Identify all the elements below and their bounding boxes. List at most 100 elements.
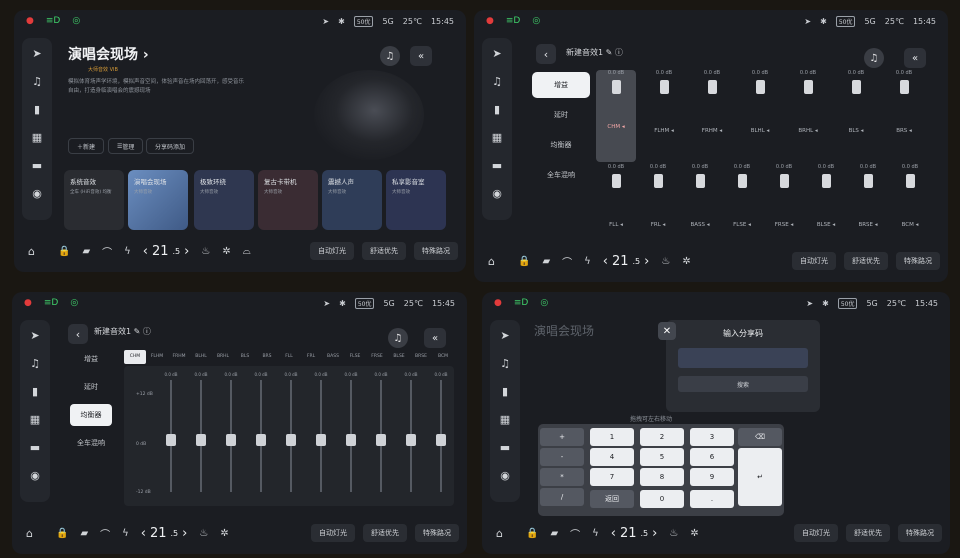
speaker-tab-frhm[interactable]: FRHM — [168, 350, 190, 364]
defrost-icon[interactable]: ⌓ — [243, 246, 251, 257]
gain-knob-frse[interactable]: 0.0 dB FRSE ◂ — [764, 164, 804, 228]
toggle-icon[interactable]: ◉ — [497, 468, 513, 482]
economy-button[interactable]: 舒适优先 — [363, 524, 407, 542]
car-icon[interactable]: ▬ — [29, 158, 45, 172]
auto-light-button[interactable]: 自动灯光 — [792, 252, 836, 270]
lock-icon[interactable]: 🔒 — [526, 528, 538, 539]
key-back[interactable]: 返回 — [590, 490, 634, 508]
seat-heat-icon[interactable]: ♨ — [669, 528, 678, 539]
wiper-icon[interactable]: ⌒ — [570, 526, 580, 541]
fan-icon[interactable]: ✲ — [682, 256, 690, 267]
home-icon[interactable]: ⌂ — [28, 245, 35, 258]
apps-grid-icon[interactable]: ▦ — [497, 412, 513, 426]
gain-knob-chm[interactable]: 0.0 dB CHM ◂ — [596, 70, 636, 162]
effect-card-concert[interactable]: 演唱会现场 大师音效 — [128, 170, 188, 230]
car-icon[interactable]: ▬ — [489, 158, 505, 172]
search-button[interactable]: 搜索 — [678, 376, 808, 392]
gain-knob-flse[interactable]: 0.0 dB FLSE ◂ — [722, 164, 762, 228]
car-icon[interactable]: ▬ — [497, 440, 513, 454]
share-code-input[interactable] — [678, 348, 808, 368]
gain-knob-bcm[interactable]: 0.0 dB BCM ◂ — [890, 164, 930, 228]
nav-equalizer[interactable]: 均衡器 — [70, 404, 112, 426]
nav-reverb[interactable]: 全车混响 — [70, 432, 112, 454]
navigation-icon[interactable]: ➤ — [497, 328, 513, 342]
eq-band-slider[interactable]: 0.0 dB — [224, 372, 238, 500]
music-note-icon[interactable]: ♫ — [497, 356, 513, 370]
special-road-button[interactable]: 特殊路况 — [415, 524, 459, 542]
effect-card-vocal[interactable]: 震撼人声 大师音效 — [322, 170, 382, 230]
apps-grid-icon[interactable]: ▦ — [29, 130, 45, 144]
seat-heat-icon[interactable]: ♨ — [201, 246, 210, 257]
speaker-tab-fll[interactable]: FLL — [278, 350, 300, 364]
economy-button[interactable]: 舒适优先 — [844, 252, 888, 270]
special-road-button[interactable]: 特殊路况 — [896, 252, 940, 270]
cabin-temperature[interactable]: ‹ 21.5 › — [141, 526, 188, 541]
eq-band-slider[interactable]: 0.0 dB — [344, 372, 358, 500]
wiper-icon[interactable]: ⌒ — [100, 526, 110, 541]
gain-knob-brs[interactable]: 0.0 dB BRS ◂ — [884, 70, 924, 134]
eq-band-slider[interactable]: 0.0 dB — [374, 372, 388, 500]
new-button[interactable]: ＋ 新建 — [68, 138, 105, 154]
economy-button[interactable]: 舒适优先 — [362, 242, 406, 260]
wiper-icon[interactable]: ⌒ — [562, 254, 572, 269]
speaker-tab-flhm[interactable]: FLHM — [146, 350, 168, 364]
home-icon[interactable]: ⌂ — [488, 255, 495, 268]
effect-card-system[interactable]: 系统音效 全车 (HiFi音效) 均衡 — [64, 170, 124, 230]
fan-icon[interactable]: ✲ — [690, 528, 698, 539]
speaker-tab-brse[interactable]: BRSE — [410, 350, 432, 364]
navigation-icon[interactable]: ➤ — [29, 46, 45, 60]
effect-card-cassette[interactable]: 复古卡带机 大师音效 — [258, 170, 318, 230]
key-minus[interactable]: - — [540, 448, 584, 466]
gain-knob-flhm[interactable]: 0.0 dB FLHM ◂ — [644, 70, 684, 134]
special-road-button[interactable]: 特殊路况 — [414, 242, 458, 260]
lightning-icon[interactable]: ϟ — [124, 246, 131, 257]
key-7[interactable]: 7 — [590, 468, 634, 486]
eq-band-slider[interactable]: 0.0 dB — [254, 372, 268, 500]
special-road-button[interactable]: 特殊路况 — [898, 524, 942, 542]
key-5[interactable]: 5 — [640, 448, 684, 466]
lightning-icon[interactable]: ϟ — [122, 528, 129, 539]
wiper-icon[interactable]: ⌒ — [102, 244, 112, 259]
speaker-tab-bcm[interactable]: BCM — [432, 350, 454, 364]
speaker-tab-blhl[interactable]: BLHL — [190, 350, 212, 364]
key-divide[interactable]: / — [540, 488, 584, 506]
screen-icon[interactable]: ▮ — [489, 102, 505, 116]
collapse-icon[interactable]: « — [904, 48, 926, 68]
car-front-icon[interactable]: ▰ — [82, 246, 90, 257]
key-3[interactable]: 3 — [690, 428, 734, 446]
nav-reverb[interactable]: 全车混响 — [532, 162, 590, 188]
economy-button[interactable]: 舒适优先 — [846, 524, 890, 542]
delete-icon[interactable]: ⌫ — [738, 428, 782, 446]
share-code-add-button[interactable]: 分享码添加 — [146, 138, 195, 154]
navigation-icon[interactable]: ➤ — [27, 328, 43, 342]
key-dot[interactable]: . — [690, 490, 734, 508]
eq-band-slider[interactable]: 0.0 dB — [314, 372, 328, 500]
apps-grid-icon[interactable]: ▦ — [489, 130, 505, 144]
speaker-tab-brs[interactable]: BRS — [256, 350, 278, 364]
collapse-icon[interactable]: « — [424, 328, 446, 348]
speaker-tab-frl[interactable]: FRL — [300, 350, 322, 364]
key-6[interactable]: 6 — [690, 448, 734, 466]
car-icon[interactable]: ▬ — [27, 440, 43, 454]
auto-light-button[interactable]: 自动灯光 — [311, 524, 355, 542]
manage-button[interactable]: ☰ 管理 — [108, 138, 144, 154]
speaker-tab-frse[interactable]: FRSE — [366, 350, 388, 364]
auto-light-button[interactable]: 自动灯光 — [310, 242, 354, 260]
nav-gain[interactable]: 增益 — [532, 72, 590, 98]
apps-grid-icon[interactable]: ▦ — [27, 412, 43, 426]
nav-equalizer[interactable]: 均衡器 — [532, 132, 590, 158]
gain-knob-bass[interactable]: 0.0 dB BASS ◂ — [680, 164, 720, 228]
enter-key[interactable]: ↵ — [738, 448, 782, 506]
speaker-tab-brhl[interactable]: BRHL — [212, 350, 234, 364]
lightning-icon[interactable]: ϟ — [592, 528, 599, 539]
eq-band-slider[interactable]: 0.0 dB — [194, 372, 208, 500]
gain-knob-brhl[interactable]: 0.0 dB BRHL ◂ — [788, 70, 828, 134]
toggle-icon[interactable]: ◉ — [29, 186, 45, 200]
music-note-icon[interactable]: ♫ — [489, 74, 505, 88]
speaker-tab-chm[interactable]: CHM — [124, 350, 146, 364]
music-note-icon[interactable]: ♫ — [29, 74, 45, 88]
gain-knob-frhm[interactable]: 0.0 dB FRHM ◂ — [692, 70, 732, 134]
eq-band-slider[interactable]: 0.0 dB — [434, 372, 448, 500]
key-9[interactable]: 9 — [690, 468, 734, 486]
cabin-temperature[interactable]: ‹ 21.5 › — [611, 526, 658, 541]
